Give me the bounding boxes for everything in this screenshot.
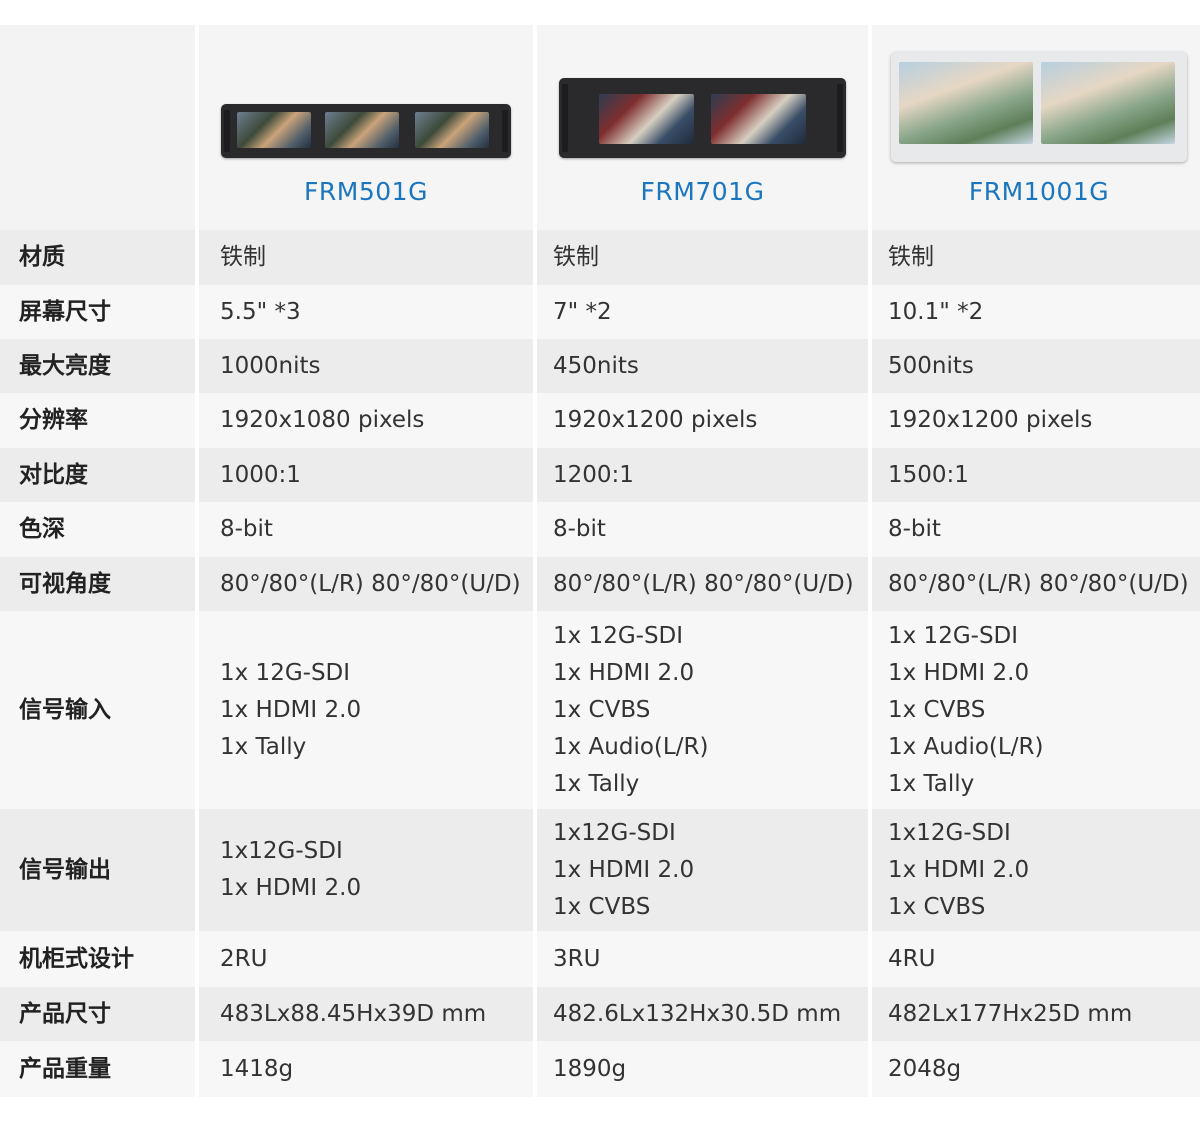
model-name: FRM701G [640, 177, 765, 206]
spec-value: 8-bit [872, 502, 1200, 557]
spec-value: 3RU [537, 931, 868, 987]
spec-value: 1x 12G-SDI 1x HDMI 2.0 1x Tally [199, 611, 533, 809]
spec-value: 8-bit [199, 502, 533, 557]
spec-value: 铁制 [537, 230, 868, 285]
spec-label: 机柜式设计 [0, 931, 195, 987]
spec-label: 分辨率 [0, 393, 195, 448]
spec-value: 1x12G-SDI 1x HDMI 2.0 1x CVBS [537, 809, 868, 931]
spec-value: 1890g [537, 1041, 868, 1097]
product-column-header: FRM701G [537, 25, 868, 230]
spec-value: 1x 12G-SDI 1x HDMI 2.0 1x CVBS 1x Audio(… [872, 611, 1200, 809]
spec-value: 10.1" *2 [872, 285, 1200, 339]
spec-value: 482.6Lx132Hx30.5D mm [537, 987, 868, 1041]
model-name: FRM1001G [968, 177, 1110, 206]
spec-value: 7" *2 [537, 285, 868, 339]
spec-value: 450nits [537, 339, 868, 393]
spec-value: 5.5" *3 [199, 285, 533, 339]
spec-label: 产品尺寸 [0, 987, 195, 1041]
spec-value: 500nits [872, 339, 1200, 393]
spec-value: 482Lx177Hx25D mm [872, 987, 1200, 1041]
product-image-frm501g [221, 104, 511, 158]
spec-value: 1000:1 [199, 448, 533, 502]
spec-label: 信号输入 [0, 611, 195, 809]
spec-value: 80°/80°(L/R) 80°/80°(U/D) [872, 557, 1200, 611]
spec-value: 80°/80°(L/R) 80°/80°(U/D) [537, 557, 868, 611]
spec-value: 1418g [199, 1041, 533, 1097]
product-column-header: FRM501G [199, 25, 533, 230]
model-name: FRM501G [304, 177, 428, 206]
header-corner [0, 25, 195, 230]
spec-value: 483Lx88.45Hx39D mm [199, 987, 533, 1041]
spec-value: 1920x1080 pixels [199, 393, 533, 448]
spec-label: 屏幕尺寸 [0, 285, 195, 339]
spec-value: 1500:1 [872, 448, 1200, 502]
spec-value: 铁制 [872, 230, 1200, 285]
spec-value: 铁制 [199, 230, 533, 285]
spec-label: 信号输出 [0, 809, 195, 931]
spec-value: 2048g [872, 1041, 1200, 1097]
spec-value: 1x 12G-SDI 1x HDMI 2.0 1x CVBS 1x Audio(… [537, 611, 868, 809]
product-column-header: FRM1001G [872, 25, 1200, 230]
spec-value: 1920x1200 pixels [872, 393, 1200, 448]
product-image-frm1001g [891, 52, 1187, 162]
spec-value: 4RU [872, 931, 1200, 987]
spec-value: 1000nits [199, 339, 533, 393]
product-image-frm701g [559, 78, 846, 158]
spec-label: 产品重量 [0, 1041, 195, 1097]
spec-value: 80°/80°(L/R) 80°/80°(U/D) [199, 557, 533, 611]
spec-label: 对比度 [0, 448, 195, 502]
spec-label: 可视角度 [0, 557, 195, 611]
spec-value: 8-bit [537, 502, 868, 557]
spec-value: 1200:1 [537, 448, 868, 502]
spec-comparison-table: FRM501G FRM701G FRM1001G 材质 铁制 铁制 铁制 屏幕尺… [0, 25, 1200, 1097]
spec-value: 1920x1200 pixels [537, 393, 868, 448]
spec-label: 色深 [0, 502, 195, 557]
spec-value: 1x12G-SDI 1x HDMI 2.0 [199, 809, 533, 931]
spec-value: 2RU [199, 931, 533, 987]
spec-value: 1x12G-SDI 1x HDMI 2.0 1x CVBS [872, 809, 1200, 931]
spec-label: 最大亮度 [0, 339, 195, 393]
spec-label: 材质 [0, 230, 195, 285]
